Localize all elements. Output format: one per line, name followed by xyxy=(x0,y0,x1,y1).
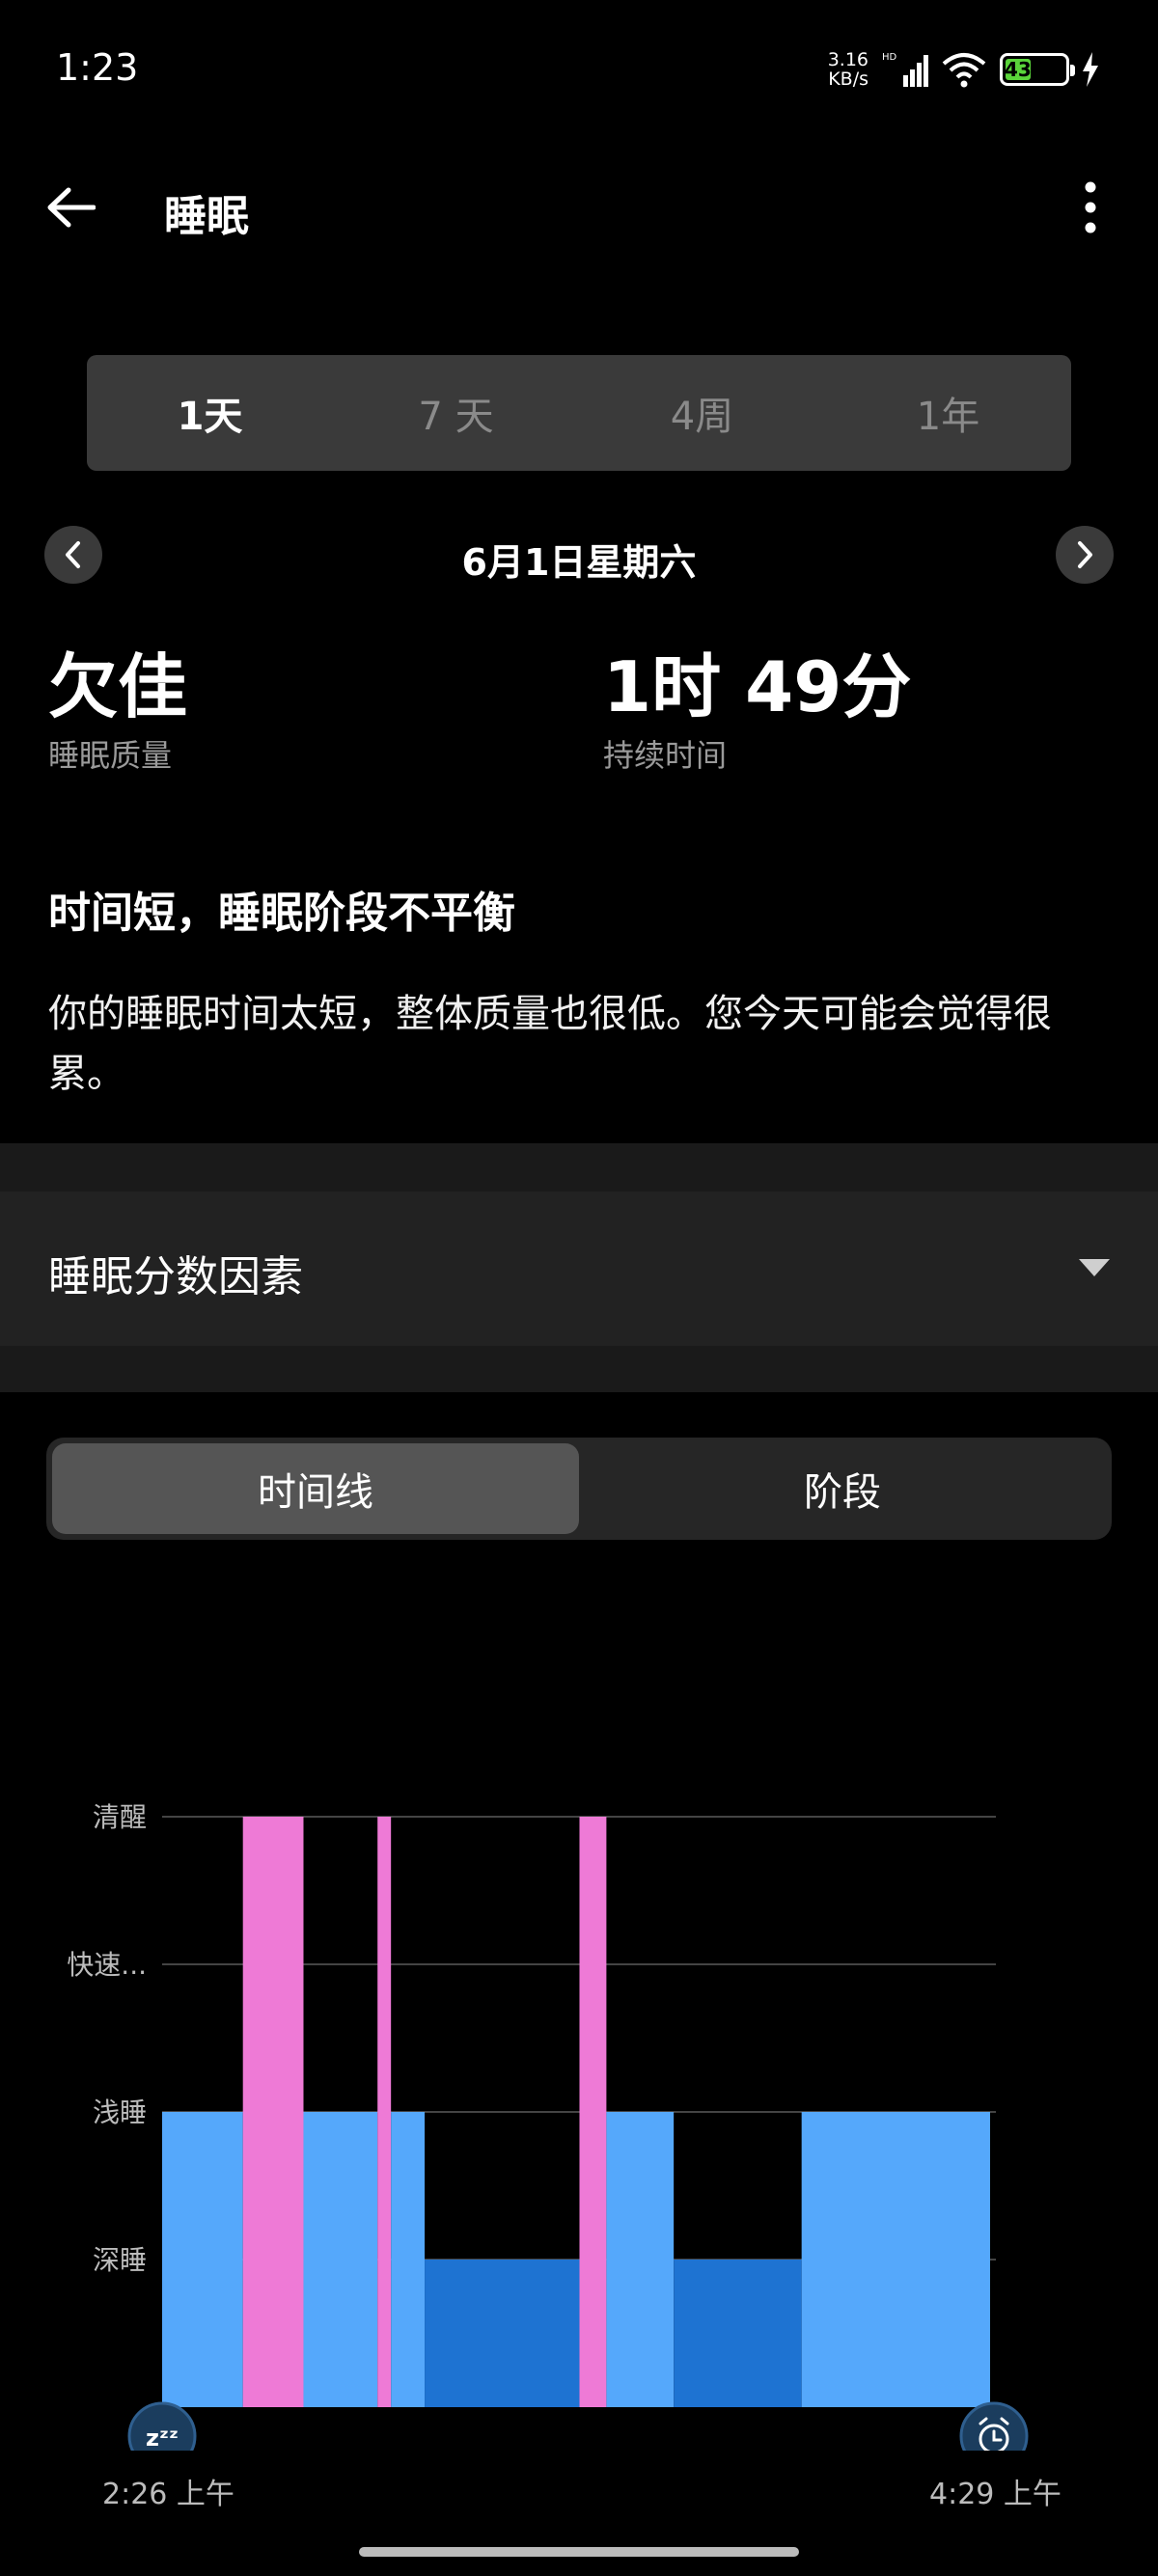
stage-segment-awake xyxy=(377,1817,392,2407)
app-header: 睡眠 xyxy=(0,154,1158,260)
duration-label: 持续时间 xyxy=(603,737,728,774)
sleep-start-icon: zᶻᶻ xyxy=(127,2401,197,2451)
alarm-clock-icon xyxy=(959,2401,1029,2451)
more-options-button[interactable] xyxy=(1071,176,1110,239)
expand-arrow-icon xyxy=(1079,1259,1110,1276)
status-time: 1:23 xyxy=(56,46,139,89)
stage-segment-light xyxy=(162,2112,243,2407)
next-date-button[interactable] xyxy=(1056,526,1114,584)
stage-segment-light xyxy=(391,2112,426,2407)
status-bar: 1:23 3.16 KB/s HD 43 xyxy=(0,0,1158,145)
sleep-timeline-chart: 清醒快速... 浅睡深睡 zᶻᶻ xyxy=(67,1801,1029,2451)
page-title: 睡眠 xyxy=(164,192,249,241)
factors-label: 睡眠分数因素 xyxy=(48,1252,303,1302)
status-icons: 3.16 KB/s HD 43 xyxy=(828,46,1100,93)
stage-segment-awake xyxy=(579,1817,607,2407)
stage-segment-deep xyxy=(425,2260,580,2407)
stage-segment-light xyxy=(606,2112,675,2407)
tab-1-day[interactable]: 1天 xyxy=(87,355,333,471)
more-vertical-icon xyxy=(1085,181,1096,233)
range-tabs: 1天 7 天 4周 1年 xyxy=(87,355,1071,471)
stage-label: 深睡 xyxy=(93,2244,147,2276)
stage-label: 快速... xyxy=(67,1949,147,1981)
tab-4-weeks[interactable]: 4周 xyxy=(579,355,825,471)
end-time-label: 4:29 上午 xyxy=(929,2478,1062,2511)
svg-text:zᶻᶻ: zᶻᶻ xyxy=(146,2425,179,2451)
summary-title: 时间短，睡眠阶段不平衡 xyxy=(48,889,515,938)
tab-timeline[interactable]: 时间线 xyxy=(52,1443,579,1534)
summary-body: 你的睡眠时间太短，整体质量也很低。您今天可能会觉得很累。 xyxy=(48,992,1052,1096)
stage-segment-light xyxy=(303,2112,378,2407)
back-arrow-icon xyxy=(47,187,96,228)
stage-segment-awake xyxy=(242,1817,304,2407)
quality-value: 欠佳 xyxy=(48,646,188,727)
section-divider xyxy=(0,1143,1158,1192)
charging-icon xyxy=(1083,52,1098,87)
signal-icon: HD xyxy=(882,52,928,87)
battery-icon: 43 xyxy=(1000,53,1075,86)
quality-metric: 欠佳 睡眠质量 xyxy=(48,646,187,776)
tab-1-year[interactable]: 1年 xyxy=(825,355,1071,471)
svg-text:HD: HD xyxy=(882,52,897,63)
tab-stages[interactable]: 阶段 xyxy=(579,1443,1106,1534)
stage-label: 浅睡 xyxy=(93,2096,147,2128)
duration-metric: 1时 49分 持续时间 xyxy=(603,646,911,776)
stage-label: 清醒 xyxy=(93,1801,147,1833)
wifi-icon xyxy=(942,53,986,88)
section-divider xyxy=(0,1346,1158,1392)
start-time-label: 2:26 上午 xyxy=(102,2478,234,2511)
view-toggle: 时间线 阶段 xyxy=(46,1438,1112,1540)
date-nav: 6月1日星期六 xyxy=(0,521,1158,589)
duration-value: 1时 49分 xyxy=(603,646,912,727)
quality-label: 睡眠质量 xyxy=(48,737,173,774)
battery-fill: 43 xyxy=(1004,58,1032,81)
tab-7-days[interactable]: 7 天 xyxy=(333,355,579,471)
network-speed: 3.16 KB/s xyxy=(827,49,868,90)
date-label: 6月1日星期六 xyxy=(461,541,697,584)
stage-segment-deep xyxy=(674,2260,802,2407)
stage-segment-light xyxy=(801,2112,990,2407)
chevron-right-icon xyxy=(1078,541,1092,568)
back-button[interactable] xyxy=(39,176,102,239)
sleep-score-factors[interactable]: 睡眠分数因素 xyxy=(0,1192,1158,1346)
home-indicator[interactable] xyxy=(359,2547,799,2557)
